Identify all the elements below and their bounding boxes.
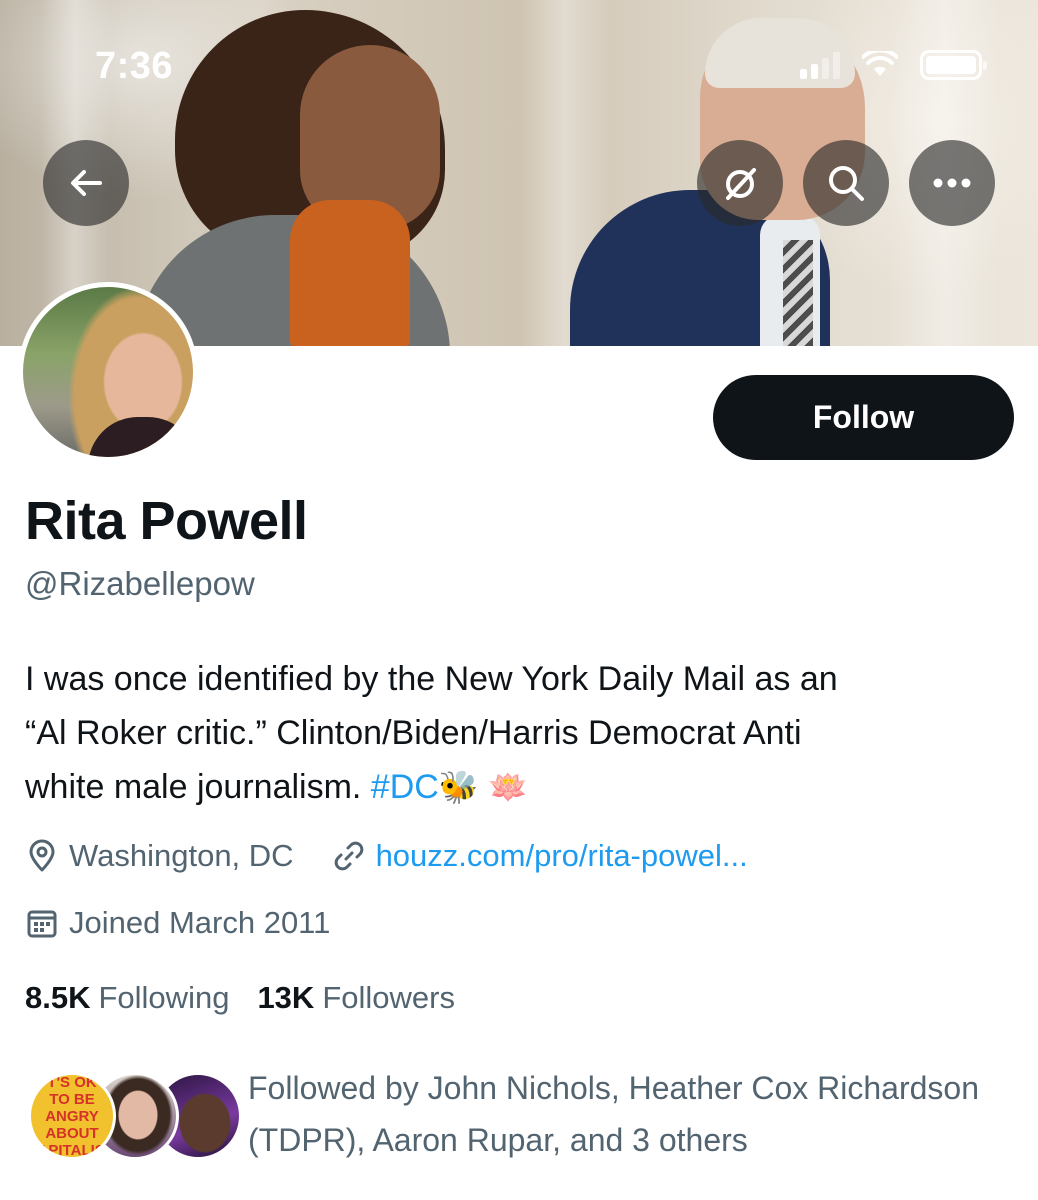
arrow-left-icon (71, 170, 102, 196)
avatar-text-line: TO BE (49, 1090, 95, 1108)
followers-stat[interactable]: 13K Followers (257, 980, 455, 1016)
bio-line: “Al Roker critic.” Clinton/Biden/Harris … (25, 714, 802, 752)
follow-button[interactable]: Follow (713, 375, 1014, 460)
profile-meta-row: Washington, DC houzz.com/pro/rita-powel.… (25, 838, 748, 874)
bio-line-text: white male journalism. (25, 768, 371, 806)
hashtag-link[interactable]: #DC (371, 768, 439, 806)
location-item: Washington, DC (25, 838, 294, 874)
more-button[interactable] (909, 140, 995, 226)
status-icons (800, 50, 987, 80)
avatar-text-line: ABOUT (45, 1124, 99, 1142)
profile-stats: 8.5K Following 13K Followers (25, 980, 455, 1016)
cellular-signal-icon (800, 51, 840, 79)
following-label: Following (98, 980, 230, 1015)
bio-line: I was once identified by the New York Da… (25, 660, 838, 698)
wifi-icon (862, 51, 898, 76)
profile-bio: I was once identified by the New York Da… (25, 652, 1015, 814)
grok-button[interactable] (697, 140, 783, 226)
followers-label: Followers (322, 980, 455, 1015)
joined-text: Joined March 2011 (69, 905, 331, 940)
website-item[interactable]: houzz.com/pro/rita-powel... (332, 838, 748, 874)
joined-item: Joined March 2011 (25, 905, 330, 941)
slashed-circle-icon (726, 168, 756, 200)
following-count: 8.5K (25, 980, 91, 1015)
followed-by-text[interactable]: Followed by John Nichols, Heather Cox Ri… (248, 1062, 1018, 1166)
location-pin-icon (29, 839, 55, 872)
avatar-text-line: CAPITALISM (28, 1141, 116, 1159)
profile-handle: @Rizabellepow (25, 565, 255, 602)
bee-emoji: 🐝 (438, 768, 479, 806)
link-icon (334, 841, 363, 871)
avatar-text-line: T'S OK (47, 1073, 97, 1091)
more-horizontal-icon (933, 178, 971, 188)
website-link[interactable]: houzz.com/pro/rita-powel... (376, 838, 748, 874)
search-button[interactable] (803, 140, 889, 226)
profile-joined-row: Joined March 2011 (25, 905, 330, 941)
followers-count: 13K (257, 980, 315, 1015)
avatar-text-line: ANGRY (45, 1107, 99, 1125)
battery-icon (920, 50, 987, 80)
profile-name: Rita Powell (25, 491, 308, 551)
following-stat[interactable]: 8.5K Following (25, 980, 229, 1016)
follower-avatar: T'S OK TO BE ANGRY ABOUT CAPITALISM (28, 1072, 116, 1160)
banner-figure-woman-scarf (290, 200, 410, 346)
back-button[interactable] (43, 140, 129, 226)
banner-figure-man-tie (783, 240, 813, 346)
avatar-shirt (88, 417, 193, 457)
location-text: Washington, DC (69, 838, 294, 873)
followed-by-facepile[interactable]: T'S OK TO BE ANGRY ABOUT CAPITALISM (28, 1072, 242, 1162)
profile-banner[interactable]: 7:36 (0, 0, 1038, 346)
lotus-emoji: 🪷 (488, 768, 528, 806)
status-time: 7:36 (95, 45, 174, 87)
search-icon (829, 166, 864, 201)
profile-avatar[interactable] (18, 282, 198, 462)
calendar-icon (27, 910, 57, 938)
bio-line: white male journalism. #DC🐝 🪷 (25, 760, 1015, 814)
